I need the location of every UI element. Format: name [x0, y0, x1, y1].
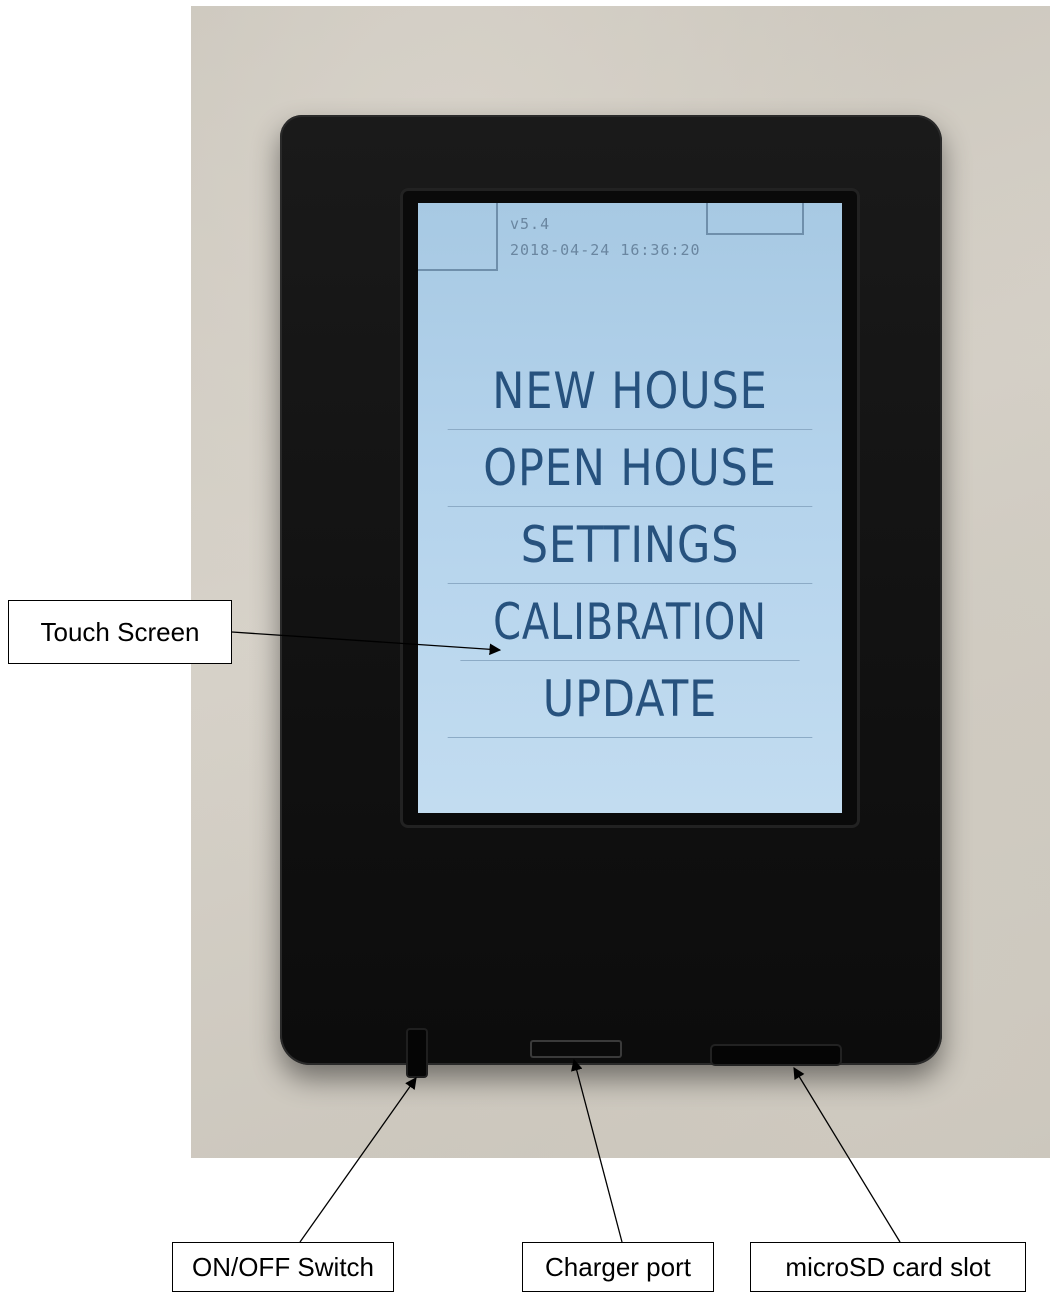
label-touch-screen: Touch Screen [8, 600, 232, 664]
arrow-charger-port [571, 1058, 623, 1243]
label-on-off-switch: ON/OFF Switch [172, 1242, 394, 1292]
label-microsd-slot: microSD card slot [750, 1242, 1026, 1292]
arrow-microsd-slot [793, 1067, 901, 1243]
arrow-on-off-switch [299, 1077, 417, 1243]
arrow-touch-screen [231, 631, 502, 656]
label-charger-port: Charger port [522, 1242, 714, 1292]
